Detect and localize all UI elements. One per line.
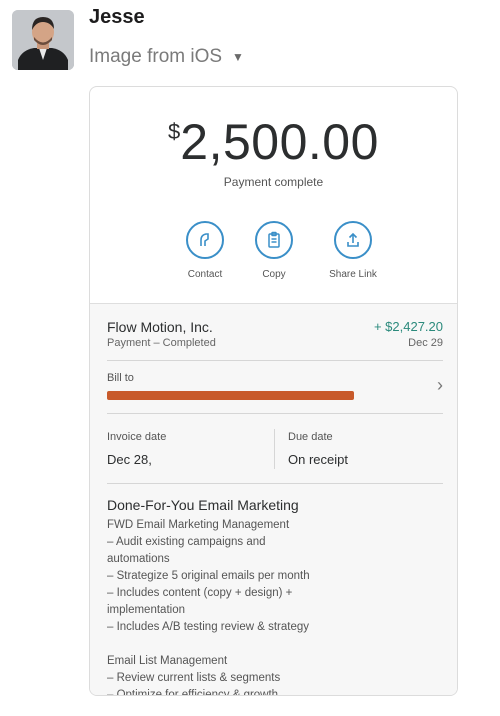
- description-line: automations: [107, 553, 170, 565]
- description-line: – Includes content (copy + design) +: [107, 587, 293, 599]
- description-line: FWD Email Marketing Management: [107, 519, 290, 531]
- item-description: FWD Email Marketing Management – Audit e…: [107, 517, 437, 696]
- description-line: – Strategize 5 original emails per month: [107, 570, 310, 582]
- image-source-label: Image from iOS: [89, 46, 223, 67]
- vertical-divider: [274, 429, 275, 469]
- contact-action: Contact: [170, 221, 240, 280]
- chevron-right-icon: ›: [437, 375, 443, 395]
- merchant-status: Payment – Completed: [107, 337, 216, 349]
- copy-icon: [255, 221, 293, 259]
- amount-value: 2,500.00: [180, 114, 379, 170]
- copy-label: Copy: [262, 269, 286, 280]
- share-icon: [334, 221, 372, 259]
- invoice-date-value: Dec 28,: [107, 452, 152, 467]
- description-line: – Review current lists & segments: [107, 672, 281, 684]
- due-date-label: Due date: [288, 431, 333, 443]
- copy-action: Copy: [239, 221, 309, 280]
- divider: [107, 360, 443, 361]
- merchant-name: Flow Motion, Inc.: [107, 319, 213, 335]
- description-line: – Optimize for efficiency & growth: [107, 689, 279, 696]
- redacted-email: [107, 391, 354, 400]
- bill-to-label: Bill to: [107, 372, 134, 384]
- image-source-toggle[interactable]: Image from iOS ▼: [89, 46, 244, 68]
- payment-status: Payment complete: [223, 175, 324, 189]
- net-amount: + $2,427.20: [373, 319, 443, 334]
- description-line: – Includes A/B testing review & strategy: [107, 621, 309, 633]
- contact-icon: [186, 221, 224, 259]
- caret-down-icon[interactable]: ▼: [232, 50, 244, 64]
- divider: [107, 413, 443, 414]
- payment-amount: $2,500.00: [90, 113, 457, 171]
- currency-symbol: $: [168, 119, 181, 144]
- description-line: – Audit existing campaigns and: [107, 536, 266, 548]
- sender-name[interactable]: Jesse: [89, 6, 145, 29]
- description-line: Email List Management: [107, 655, 228, 667]
- receipt-actions: Contact Copy Share Link: [90, 221, 457, 291]
- transaction-date: Dec 29: [408, 337, 443, 349]
- avatar[interactable]: [12, 10, 74, 70]
- payment-receipt-image[interactable]: $2,500.00 Payment complete Contact Copy: [89, 86, 458, 696]
- share-link-action: Share Link: [318, 221, 388, 280]
- divider: [107, 483, 443, 484]
- contact-label: Contact: [187, 269, 223, 280]
- item-title: Done-For-You Email Marketing: [107, 497, 299, 513]
- due-date-value: On receipt: [288, 452, 348, 467]
- share-link-label: Share Link: [329, 269, 377, 280]
- invoice-date-label: Invoice date: [107, 431, 167, 443]
- description-line: implementation: [107, 604, 185, 616]
